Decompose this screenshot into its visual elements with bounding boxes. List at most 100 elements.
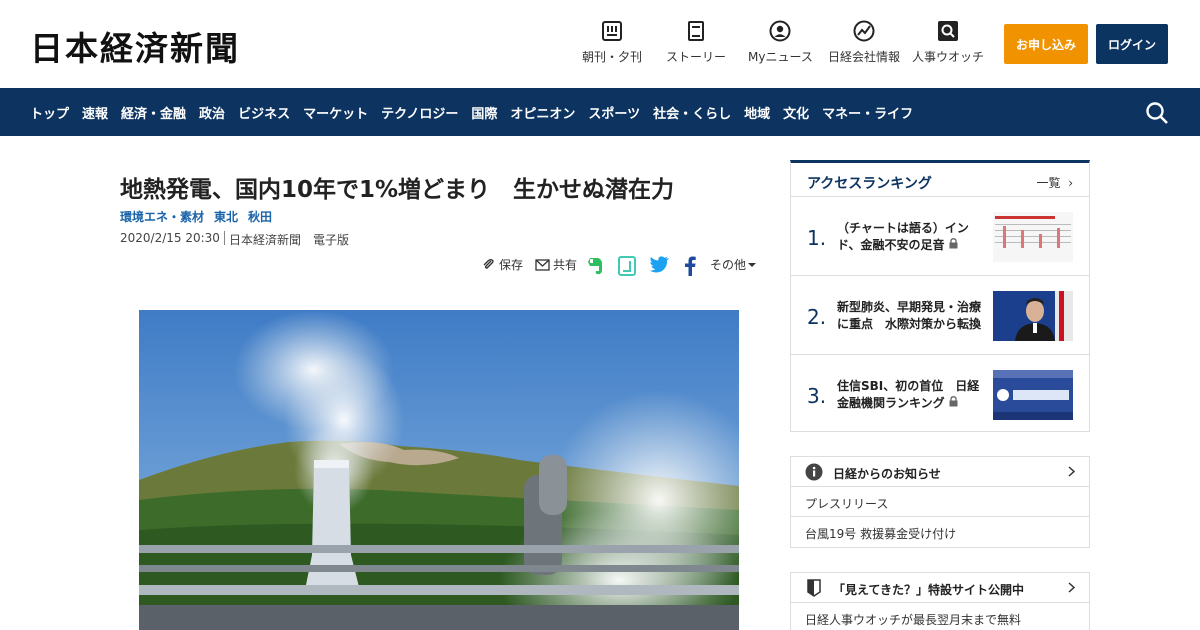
category-item[interactable]: 地域 [744,103,770,122]
feature-item-label: 日経人事ウオッチが最長翌月末まで無料 [805,613,1022,627]
caret-down-icon [748,262,757,267]
notice-item[interactable]: 台風19号 救援募金受け付け [791,517,1089,547]
nav-label: Myニュース [748,50,813,64]
chevron-right-icon: › [1064,176,1073,190]
notice-title: 日経からのお知らせ [833,467,941,481]
feature-title: 「見えてきた？」特設サイト公開中 [833,583,1025,597]
category-item[interactable]: ビジネス [238,103,290,122]
more-label: その他 [710,258,747,272]
tag-link[interactable]: 東北 [214,208,238,225]
site-header: 日本経済新聞 朝刊・夕刊 ストーリー Myニュース 日経会社情報 人事ウオッチ … [0,0,1200,88]
article-photo [139,310,739,630]
paperclip-icon [483,258,494,269]
ranking-item-2[interactable]: 2. 新型肺炎、早期発見・治療に重点 水際対策から転換 [791,277,1089,355]
bookmark-shield-icon [807,579,821,597]
rank-thumbnail [993,291,1073,341]
notice-panel: 日経からのお知らせ プレスリリース 台風19号 救援募金受け付け [790,456,1090,548]
feature-item[interactable]: 日経人事ウオッチが最長翌月末まで無料 [791,603,1089,630]
book-icon [685,20,707,42]
facebook-icon [685,256,696,276]
rank-text: （チャートは語る）インド、金融不安の足音 [837,220,987,254]
rank-text: 新型肺炎、早期発見・治療に重点 水際対策から転換 [837,299,987,333]
category-item[interactable]: オピニオン [510,103,575,122]
article-meta: 2020/2/15 20:30 日本経済新聞 電子版 [120,231,349,248]
ranking-item-1[interactable]: 1. （チャートは語る）インド、金融不安の足音 [791,198,1089,276]
lock-icon [949,238,958,249]
more-label: 一覧 [1036,176,1061,190]
category-list: トップ 速報 経済・金融 政治 ビジネス マーケット テクノロジー 国際 オピニ… [30,88,926,136]
category-item[interactable]: 国際 [471,103,497,122]
feature-header[interactable]: 「見えてきた？」特設サイト公開中 [791,573,1089,603]
twitter-button[interactable] [650,256,673,273]
tag-link[interactable]: 秋田 [248,208,272,225]
notice-item-label: 台風19号 救援募金受け付け [805,527,957,541]
rank-number: 2. [807,305,827,329]
chevron-right-icon [1068,466,1075,477]
chart-icon [853,20,875,42]
rank-number: 1. [807,226,827,250]
note-icon [618,256,636,276]
user-icon [769,20,791,42]
notice-item-label: プレスリリース [805,497,889,511]
feature-panel: 「見えてきた？」特設サイト公開中 日経人事ウオッチが最長翌月末まで無料 [790,572,1090,630]
rank-text: 住信SBI、初の首位 日経金融機関ランキング [837,378,987,412]
share-label: 共有 [553,258,578,272]
facebook-button[interactable] [684,256,699,276]
chevron-right-icon [1068,582,1075,593]
share-button[interactable]: 共有 [535,256,577,273]
login-button[interactable]: ログイン [1096,24,1168,64]
ranking-more-link[interactable]: 一覧 › [1037,174,1073,191]
notice-item[interactable]: プレスリリース [791,487,1089,517]
notice-header[interactable]: 日経からのお知らせ [791,457,1089,487]
rank-headline: 住信SBI、初の首位 日経金融機関ランキング [837,379,980,410]
category-nav-bar: トップ 速報 経済・金融 政治 ビジネス マーケット テクノロジー 国際 オピニ… [0,88,1200,136]
mail-icon [535,258,550,271]
rank-thumbnail [993,212,1073,262]
rank-number: 3. [807,384,827,408]
category-item[interactable]: 社会・くらし [653,103,731,122]
category-item[interactable]: 文化 [783,103,809,122]
info-icon [805,463,823,481]
evernote-icon [588,258,602,275]
subscribe-button[interactable]: お申し込み [1004,24,1088,64]
nav-personnel-watch[interactable]: 人事ウオッチ [912,20,984,70]
ranking-item-3[interactable]: 3. 住信SBI、初の首位 日経金融機関ランキング [791,356,1089,434]
save-label: 保存 [499,258,524,272]
magnifier-icon [937,20,959,42]
article-source: 日本経済新聞 電子版 [228,233,349,247]
article-title: 地熱発電、国内10年で1%増どまり 生かせぬ潜在力 [120,177,675,203]
more-share-dropdown[interactable]: その他 [710,256,759,273]
note-button[interactable] [618,256,639,276]
category-item[interactable]: スポーツ [588,103,640,122]
nav-label: 日経会社情報 [828,50,901,64]
rank-thumbnail [993,370,1073,420]
nav-story[interactable]: ストーリー [666,20,726,70]
ranking-header: アクセスランキング 一覧 › [791,163,1089,197]
save-button[interactable]: 保存 [482,256,523,273]
nav-label: 朝刊・夕刊 [582,50,643,64]
category-item[interactable]: 政治 [199,103,225,122]
category-item[interactable]: トップ [30,103,69,122]
search-icon[interactable] [1145,101,1169,129]
nav-label: 人事ウオッチ [912,50,985,64]
nav-my-news[interactable]: Myニュース [748,20,813,70]
newspaper-icon [601,20,623,42]
article-tags: 環境エネ・素材 東北 秋田 [120,208,282,225]
category-item[interactable]: 経済・金融 [121,103,186,122]
ranking-title: アクセスランキング [807,176,932,192]
rank-headline: 新型肺炎、早期発見・治療に重点 水際対策から転換 [837,300,982,331]
nav-print-edition[interactable]: 朝刊・夕刊 [582,20,642,70]
category-item[interactable]: マネー・ライフ [822,103,913,122]
nav-company-info[interactable]: 日経会社情報 [828,20,900,70]
evernote-button[interactable] [586,256,607,276]
tag-link[interactable]: 環境エネ・素材 [120,208,204,225]
twitter-icon [650,256,669,273]
lock-icon [949,396,958,407]
site-logo[interactable]: 日本経済新聞 [30,22,240,70]
divider [223,231,225,245]
geothermal-plant-image [139,310,739,630]
category-item[interactable]: 速報 [82,103,108,122]
nav-label: ストーリー [666,50,727,64]
category-item[interactable]: テクノロジー [381,103,458,122]
category-item[interactable]: マーケット [303,103,368,122]
